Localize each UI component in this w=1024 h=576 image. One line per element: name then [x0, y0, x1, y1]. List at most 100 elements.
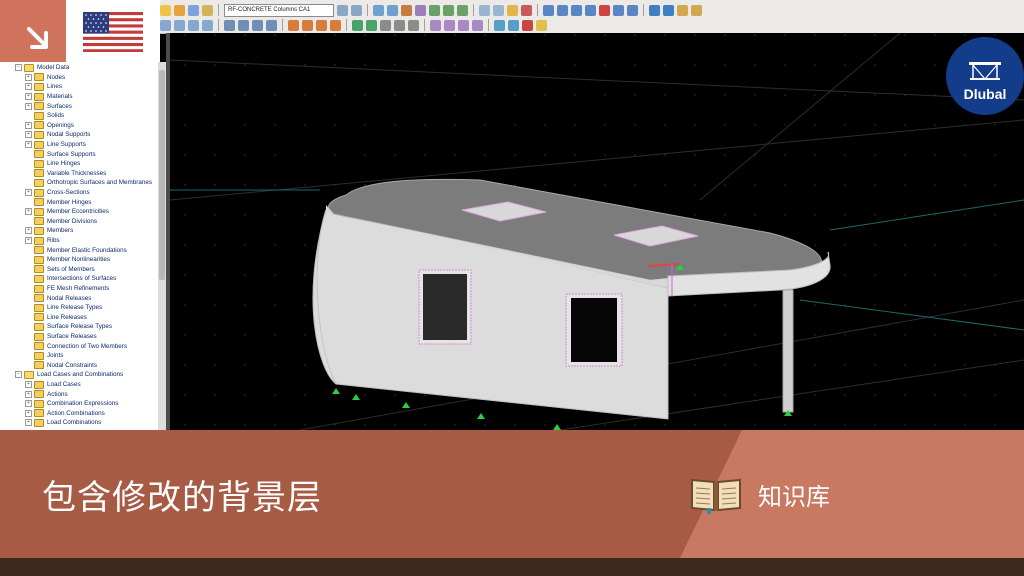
previous-loadcase-icon[interactable] [337, 4, 348, 16]
color-scale-icon[interactable] [536, 19, 547, 31]
tree-item[interactable]: Nodal Constraints [25, 361, 97, 371]
workplane-icon[interactable] [508, 19, 519, 31]
tree-item[interactable]: Member Divisions [25, 217, 97, 227]
tree-item[interactable]: Joints [25, 351, 63, 361]
tree-item[interactable]: + Action Combinations [25, 409, 105, 419]
wireframe-icon[interactable] [493, 4, 504, 16]
load-icon[interactable] [288, 19, 299, 31]
loadcase-combo[interactable]: RF-CONCRETE Columns CA1 [224, 3, 334, 17]
zoom-icon[interactable] [373, 4, 384, 16]
tree-item[interactable]: Member Hinges [25, 197, 91, 207]
z-view-icon[interactable] [457, 4, 468, 16]
tree-item[interactable]: Nodal Releases [25, 293, 91, 303]
line-icon[interactable] [557, 4, 568, 16]
print-icon[interactable] [202, 4, 213, 16]
values-icon[interactable] [521, 4, 532, 16]
tree-item[interactable]: + Surfaces [25, 101, 72, 111]
tree-item[interactable]: + Openings [25, 121, 74, 131]
osnap-icon[interactable] [266, 19, 277, 31]
3d-viewport[interactable] [169, 32, 1024, 431]
tree-expander-icon[interactable]: + [25, 141, 32, 149]
y-view-icon[interactable] [443, 4, 454, 16]
tree-item[interactable]: + Nodes [25, 73, 65, 83]
table-icon[interactable] [649, 4, 660, 16]
coordinate-system-icon[interactable] [494, 19, 505, 31]
tree-item[interactable]: + Load Combinations [25, 418, 101, 428]
section-icon[interactable] [444, 19, 455, 31]
navigator-scrollbar-thumb[interactable] [159, 70, 165, 280]
tree-item[interactable]: Connection of Two Members [25, 341, 127, 351]
surface-icon[interactable] [585, 4, 596, 16]
tree-item[interactable]: Orthotropic Surfaces and Membranes [25, 178, 152, 188]
x-view-icon[interactable] [429, 4, 440, 16]
isometric-view-icon[interactable] [415, 4, 426, 16]
tree-expander-icon[interactable]: + [25, 381, 32, 389]
delete-icon[interactable] [599, 4, 610, 16]
member-icon[interactable] [571, 4, 582, 16]
copy-icon[interactable] [188, 19, 199, 31]
zoom-window-icon[interactable] [387, 4, 398, 16]
dlubal-logo[interactable] [946, 37, 1024, 115]
render-icon[interactable] [479, 4, 490, 16]
tree-item[interactable]: + Load Cases [25, 380, 81, 390]
tree-item[interactable]: + Members [25, 226, 73, 236]
panel-icon[interactable] [677, 4, 688, 16]
tree-item[interactable]: FE Mesh Refinements [25, 284, 109, 294]
tree-item[interactable]: + Lines [25, 82, 62, 92]
move-icon[interactable] [174, 19, 185, 31]
tree-item[interactable]: + Actions [25, 389, 68, 399]
tree-expander-icon[interactable]: − [15, 64, 22, 72]
knowledge-base-label[interactable]: 知识库 [758, 477, 830, 512]
tree-item[interactable]: Member Nonlinearities [25, 255, 110, 265]
surface-load-icon[interactable] [316, 19, 327, 31]
save-icon[interactable] [188, 4, 199, 16]
tree-expander-icon[interactable]: − [15, 371, 22, 379]
tree-expander-icon[interactable]: + [25, 390, 32, 398]
tree-expander-icon[interactable]: + [25, 409, 32, 417]
tree-item[interactable]: Line Release Types [25, 303, 102, 313]
tree-expander-icon[interactable]: + [25, 189, 32, 197]
tree-item[interactable]: + Line Supports [25, 140, 86, 150]
hinge-icon[interactable] [627, 4, 638, 16]
mirror-icon[interactable] [202, 19, 213, 31]
tree-expander-icon[interactable]: + [25, 83, 32, 91]
next-loadcase-icon[interactable] [351, 4, 362, 16]
tree-expander-icon[interactable]: + [25, 102, 32, 110]
ortho-icon[interactable] [252, 19, 263, 31]
tree-item[interactable]: + Cross-Sections [25, 188, 90, 198]
tree-item[interactable]: Solids [25, 111, 64, 121]
grid-icon[interactable] [224, 19, 235, 31]
tree-item[interactable]: Line Releases [25, 313, 87, 323]
clipping-icon[interactable] [458, 19, 469, 31]
tree-item[interactable]: Surface Supports [25, 149, 96, 159]
tree-expander-icon[interactable]: + [25, 419, 32, 427]
perspective-icon[interactable] [472, 19, 483, 31]
tree-item[interactable]: + Ribs [25, 236, 60, 246]
measure-icon[interactable] [408, 19, 419, 31]
tree-item[interactable]: − Load Cases and Combinations [15, 370, 123, 380]
member-load-icon[interactable] [302, 19, 313, 31]
column[interactable] [782, 289, 794, 413]
new-file-icon[interactable] [160, 4, 171, 16]
navigator-icon[interactable] [663, 4, 674, 16]
tree-item[interactable]: − Model Data [15, 63, 69, 73]
dimension-icon[interactable] [380, 19, 391, 31]
open-file-icon[interactable] [174, 4, 185, 16]
tree-item[interactable]: Surface Releases [25, 332, 97, 342]
tree-expander-icon[interactable]: + [25, 400, 32, 408]
tree-item[interactable]: Surface Release Types [25, 322, 112, 332]
tree-expander-icon[interactable]: + [25, 73, 32, 81]
tree-expander-icon[interactable]: + [25, 131, 32, 139]
tree-item[interactable]: + Combination Expressions [25, 399, 118, 409]
tree-expander-icon[interactable]: + [25, 121, 32, 129]
comment-icon[interactable] [394, 19, 405, 31]
tree-expander-icon[interactable]: + [25, 237, 32, 245]
check-icon[interactable] [366, 19, 377, 31]
visibility-icon[interactable] [430, 19, 441, 31]
calculate-icon[interactable] [352, 19, 363, 31]
report-icon[interactable] [691, 4, 702, 16]
tree-item[interactable]: Sets of Members [25, 265, 95, 275]
select-icon[interactable] [160, 19, 171, 31]
tree-item[interactable]: Member Elastic Foundations [25, 245, 127, 255]
tree-item[interactable]: + Materials [25, 92, 73, 102]
